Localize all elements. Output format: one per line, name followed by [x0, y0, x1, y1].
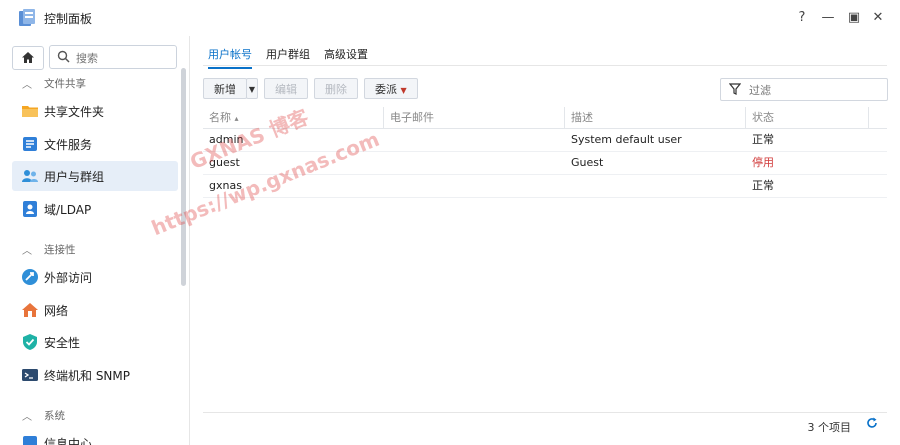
toolbar: 新增 ▼ 编辑 删除 委派 ▼	[203, 78, 424, 100]
cell-status: 正常	[752, 179, 774, 192]
cell-name: guest	[209, 156, 240, 169]
assign-button[interactable]: 委派 ▼	[364, 78, 418, 99]
sidebar-item-security[interactable]: 安全性	[12, 327, 178, 357]
sidebar-item-network[interactable]: 网络	[12, 295, 178, 325]
cell-name: admin	[209, 133, 244, 146]
title-bar[interactable]: 控制面板 ? — ▣ ✕	[0, 0, 900, 36]
cell-description	[565, 175, 746, 197]
control-panel-window: 控制面板 ? — ▣ ✕ ︿ 文件共享 共享文件夹	[0, 0, 900, 445]
section-header-connectivity[interactable]: ︿ 连接性	[22, 242, 76, 257]
help-button[interactable]: ?	[792, 8, 812, 28]
search-input[interactable]	[74, 48, 173, 68]
sidebar-item-shared-folder[interactable]: 共享文件夹	[12, 96, 178, 126]
chevron-up-icon: ︿	[22, 412, 32, 423]
caret-down-icon: ▼	[248, 85, 256, 94]
filter-box[interactable]	[720, 78, 888, 101]
edit-button[interactable]: 编辑	[264, 78, 308, 99]
tabs-divider	[203, 65, 887, 66]
cell-description: System default user	[571, 133, 682, 146]
footer-divider	[203, 412, 887, 413]
sidebar-item-terminal-snmp[interactable]: 终端机和 SNMP	[12, 360, 178, 390]
column-header-description[interactable]: 描述	[565, 107, 746, 128]
sidebar-scrollbar[interactable]	[181, 68, 186, 286]
maximize-button[interactable]: ▣	[844, 8, 864, 28]
control-panel-app-icon	[19, 9, 35, 26]
cell-name: gxnas	[209, 179, 242, 192]
sort-asc-icon: ▴	[234, 114, 239, 123]
cell-email	[384, 175, 565, 197]
sidebar: ︿ 文件共享 共享文件夹 文件服务 用户与群组 域/LDA	[0, 36, 190, 445]
users-icon	[22, 170, 38, 182]
shield-icon	[23, 334, 37, 350]
cell-email	[384, 129, 565, 151]
chevron-up-icon: ︿	[22, 80, 32, 91]
sidebar-search[interactable]	[49, 45, 177, 69]
chevron-up-icon: ︿	[22, 246, 32, 257]
filter-icon	[729, 83, 741, 95]
sidebar-item-info-center[interactable]: 信息中心	[12, 428, 178, 445]
users-table: 名称 ▴ 电子邮件 描述 状态 admin System default use…	[203, 107, 887, 198]
item-count: 3 个项目	[807, 421, 852, 434]
column-header-name[interactable]: 名称 ▴	[203, 107, 384, 128]
refresh-button[interactable]	[866, 417, 878, 432]
sidebar-item-users-groups[interactable]: 用户与群组	[12, 161, 178, 191]
home-button[interactable]	[12, 46, 44, 70]
folder-share-icon	[22, 106, 38, 117]
create-button[interactable]: 新增	[203, 78, 247, 99]
file-services-icon	[23, 137, 37, 151]
sidebar-item-domain-ldap[interactable]: 域/LDAP	[12, 194, 178, 224]
create-dropdown-button[interactable]: ▼	[246, 78, 258, 99]
section-header-system[interactable]: ︿ 系统	[22, 408, 65, 423]
external-access-icon	[22, 269, 38, 285]
home-icon	[22, 52, 34, 63]
cell-email	[384, 152, 565, 174]
table-row[interactable]: admin System default user 正常	[203, 129, 887, 152]
network-house-icon	[22, 303, 38, 317]
terminal-icon	[22, 369, 38, 381]
search-icon	[57, 50, 70, 63]
minimize-button[interactable]: —	[818, 8, 838, 28]
column-header-extra	[869, 107, 887, 128]
cell-status: 正常	[752, 133, 774, 146]
delete-button[interactable]: 删除	[314, 78, 358, 99]
section-header-file-sharing[interactable]: ︿ 文件共享	[22, 76, 86, 91]
window-title: 控制面板	[44, 12, 93, 26]
filter-input[interactable]	[747, 81, 881, 99]
cell-status: 停用	[752, 156, 774, 169]
table-header: 名称 ▴ 电子邮件 描述 状态	[203, 107, 887, 129]
column-header-status[interactable]: 状态	[746, 107, 869, 128]
sidebar-item-external-access[interactable]: 外部访问	[12, 262, 178, 292]
info-center-icon	[23, 436, 37, 445]
refresh-icon	[867, 417, 877, 428]
table-row[interactable]: gxnas 正常	[203, 175, 887, 198]
caret-down-icon: ▼	[400, 86, 407, 95]
close-button[interactable]: ✕	[868, 8, 888, 28]
domain-ldap-icon	[23, 201, 37, 217]
cell-description: Guest	[571, 156, 604, 169]
sidebar-item-file-services[interactable]: 文件服务	[12, 129, 178, 159]
main-panel: 用户帐号 用户群组 高级设置 新增 ▼ 编辑 删除 委派 ▼ 过滤 名称 ▴ 电…	[190, 36, 900, 445]
column-header-email[interactable]: 电子邮件	[384, 107, 565, 128]
table-row[interactable]: guest Guest 停用	[203, 152, 887, 175]
